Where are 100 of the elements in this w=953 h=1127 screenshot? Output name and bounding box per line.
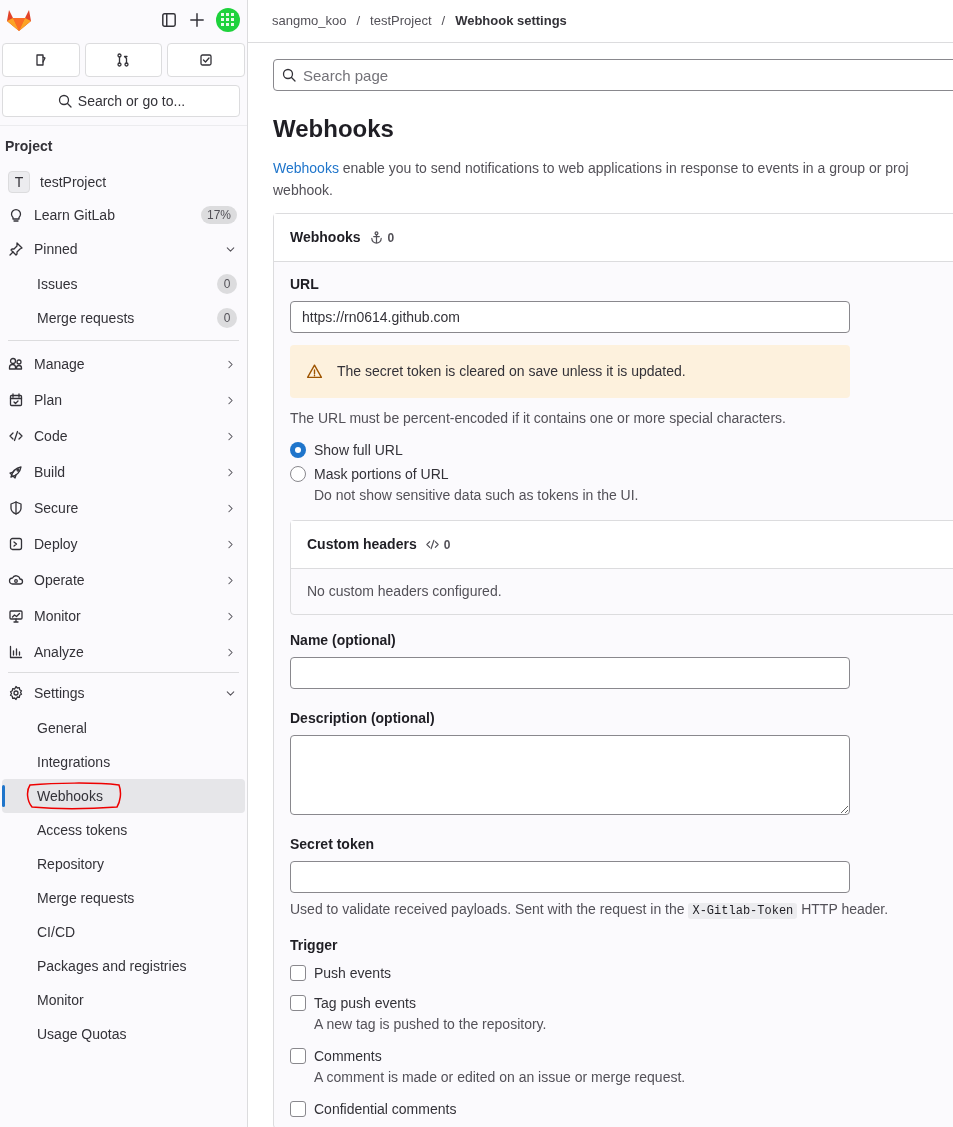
issues-button[interactable] — [2, 43, 80, 77]
card-title: Custom headers — [307, 535, 417, 554]
count-badge: 0 — [217, 274, 237, 294]
help-text: Do not show sensitive data such as tokens in the UI. — [314, 486, 639, 505]
nav-menu-button[interactable]: Analyze — [2, 634, 245, 670]
nav-menu-button[interactable]: Plan — [2, 382, 245, 418]
nav-menu-button[interactable]: Build — [2, 454, 245, 490]
pinned-item[interactable]: Issues 0 — [2, 267, 245, 301]
merge-request-icon — [115, 52, 132, 68]
checkbox-label: Push events — [314, 964, 392, 982]
merge-requests-button[interactable] — [84, 43, 163, 77]
nav-menu-label: Monitor — [34, 606, 82, 626]
breadcrumb-link[interactable]: Webhook settings — [455, 11, 567, 31]
users-icon — [8, 356, 24, 372]
radio-label: Show full URL — [314, 441, 403, 459]
field-label: Trigger — [290, 936, 339, 955]
cloud-icon — [8, 572, 24, 588]
settings-section-label: Settings — [34, 683, 86, 703]
project-link[interactable]: T testProject — [2, 165, 245, 199]
page-description: Webhooks enable you to send notifications to web applications in response to events in a group or proj webhook. — [273, 159, 910, 200]
rocket-icon — [8, 464, 24, 480]
settings-nav-label: CI/CD — [37, 922, 76, 942]
sidebar-toggle-icon — [160, 11, 178, 29]
count-badge: 0 — [217, 308, 237, 328]
checkbox-label: Tag push events — [314, 994, 417, 1012]
nav-menu-label: Analyze — [34, 642, 85, 662]
pinned-item-label: Merge requests — [37, 308, 136, 328]
settings-nav-item[interactable]: Merge requests — [2, 881, 245, 915]
pinned-item[interactable]: Merge requests 0 — [2, 301, 245, 335]
shield-icon — [8, 500, 24, 516]
search-button[interactable]: Search or go to... — [2, 85, 240, 117]
warning-icon — [306, 363, 323, 380]
settings-nav-item[interactable]: Integrations — [2, 745, 245, 779]
sidebar-section-title: Project — [4, 137, 54, 156]
field-label: Secret token — [290, 835, 376, 854]
settings-nav-label: Repository — [37, 854, 104, 874]
nav-menu-button[interactable]: Monitor — [2, 598, 245, 634]
todo-button[interactable] — [167, 43, 245, 77]
monitor-icon — [8, 608, 24, 624]
search-icon — [56, 93, 73, 109]
card-title: Webhooks — [290, 228, 361, 247]
header-count: 0 — [443, 536, 451, 554]
description-textarea[interactable] — [290, 735, 850, 815]
name-input[interactable] — [290, 657, 850, 689]
checkbox-label: Confidential comments — [314, 1100, 457, 1118]
settings-nav-label: Webhooks — [37, 786, 103, 806]
nav-menu-label: Manage — [34, 354, 86, 374]
deploy-icon — [8, 536, 24, 552]
settings-nav-item[interactable]: Repository — [2, 847, 245, 881]
help-text: Used to validate received payloads. Sent with the request in the X-Gitlab-Token HTTP header. — [290, 900, 890, 920]
settings-nav-item[interactable]: General — [2, 711, 245, 745]
settings-nav-label: Packages and registries — [37, 956, 187, 976]
nav-menu-label: Deploy — [34, 534, 79, 554]
secret-token-input[interactable] — [290, 861, 850, 893]
nav-menu-label: Plan — [34, 390, 64, 410]
pinned-section-button[interactable]: Pinned — [2, 231, 245, 267]
settings-nav-label: Monitor — [37, 990, 84, 1010]
settings-nav-label: Merge requests — [37, 888, 135, 908]
breadcrumb-link[interactable]: testProject — [370, 11, 432, 31]
learn-gitlab-label: Learn GitLab — [34, 205, 116, 225]
settings-nav-item[interactable]: Packages and registries — [2, 949, 245, 983]
settings-nav-item[interactable]: Usage Quotas — [2, 1017, 245, 1051]
bar-chart-icon — [8, 644, 24, 660]
learn-gitlab-link[interactable]: Learn GitLab 17% — [2, 199, 245, 231]
checkbox-label: Comments — [314, 1047, 383, 1065]
settings-nav-item[interactable]: Webhooks — [2, 779, 245, 813]
radio-button[interactable] — [290, 466, 306, 482]
breadcrumb-link[interactable]: sangmo_koo — [272, 11, 347, 31]
help-text: The URL must be percent-encoded if it contains one or more special characters. — [290, 409, 787, 428]
checkbox[interactable] — [290, 1048, 306, 1064]
fox-logo-icon[interactable] — [6, 8, 32, 32]
checkbox[interactable] — [290, 965, 306, 981]
nav-menu-button[interactable]: Deploy — [2, 526, 245, 562]
pinned-section-label: Pinned — [34, 239, 79, 259]
webhooks-link[interactable]: Webhooks — [273, 160, 339, 176]
settings-section-button[interactable]: Settings — [2, 675, 245, 711]
checkbox[interactable] — [290, 995, 306, 1011]
progress-badge: 17% — [200, 206, 237, 224]
settings-nav-item[interactable]: CI/CD — [2, 915, 245, 949]
radio-label: Mask portions of URL — [314, 465, 450, 483]
page-search-field[interactable]: Search page — [273, 59, 953, 91]
radio-button[interactable] — [290, 442, 306, 458]
checkbox[interactable] — [290, 1101, 306, 1117]
settings-nav-item[interactable]: Monitor — [2, 983, 245, 1017]
nav-menu-button[interactable]: Secure — [2, 490, 245, 526]
settings-nav-label: Usage Quotas — [37, 1024, 127, 1044]
settings-nav-item[interactable]: Access tokens — [2, 813, 245, 847]
nav-menu-button[interactable]: Code — [2, 418, 245, 454]
settings-nav-label: Access tokens — [37, 820, 128, 840]
nav-menu-label: Build — [34, 462, 67, 482]
project-avatar: T — [8, 171, 30, 193]
breadcrumb-separator: / — [441, 12, 446, 31]
nav-menu-label: Operate — [34, 570, 86, 590]
anchor-icon — [368, 230, 384, 245]
nav-menu-label: Code — [34, 426, 69, 446]
help-text: A new tag is pushed to the repository. — [314, 1015, 547, 1034]
nav-menu-button[interactable]: Manage — [2, 346, 245, 382]
url-input[interactable]: https://rn0614.github.com — [290, 301, 850, 333]
nav-menu-button[interactable]: Operate — [2, 562, 245, 598]
code-icon — [8, 428, 24, 444]
